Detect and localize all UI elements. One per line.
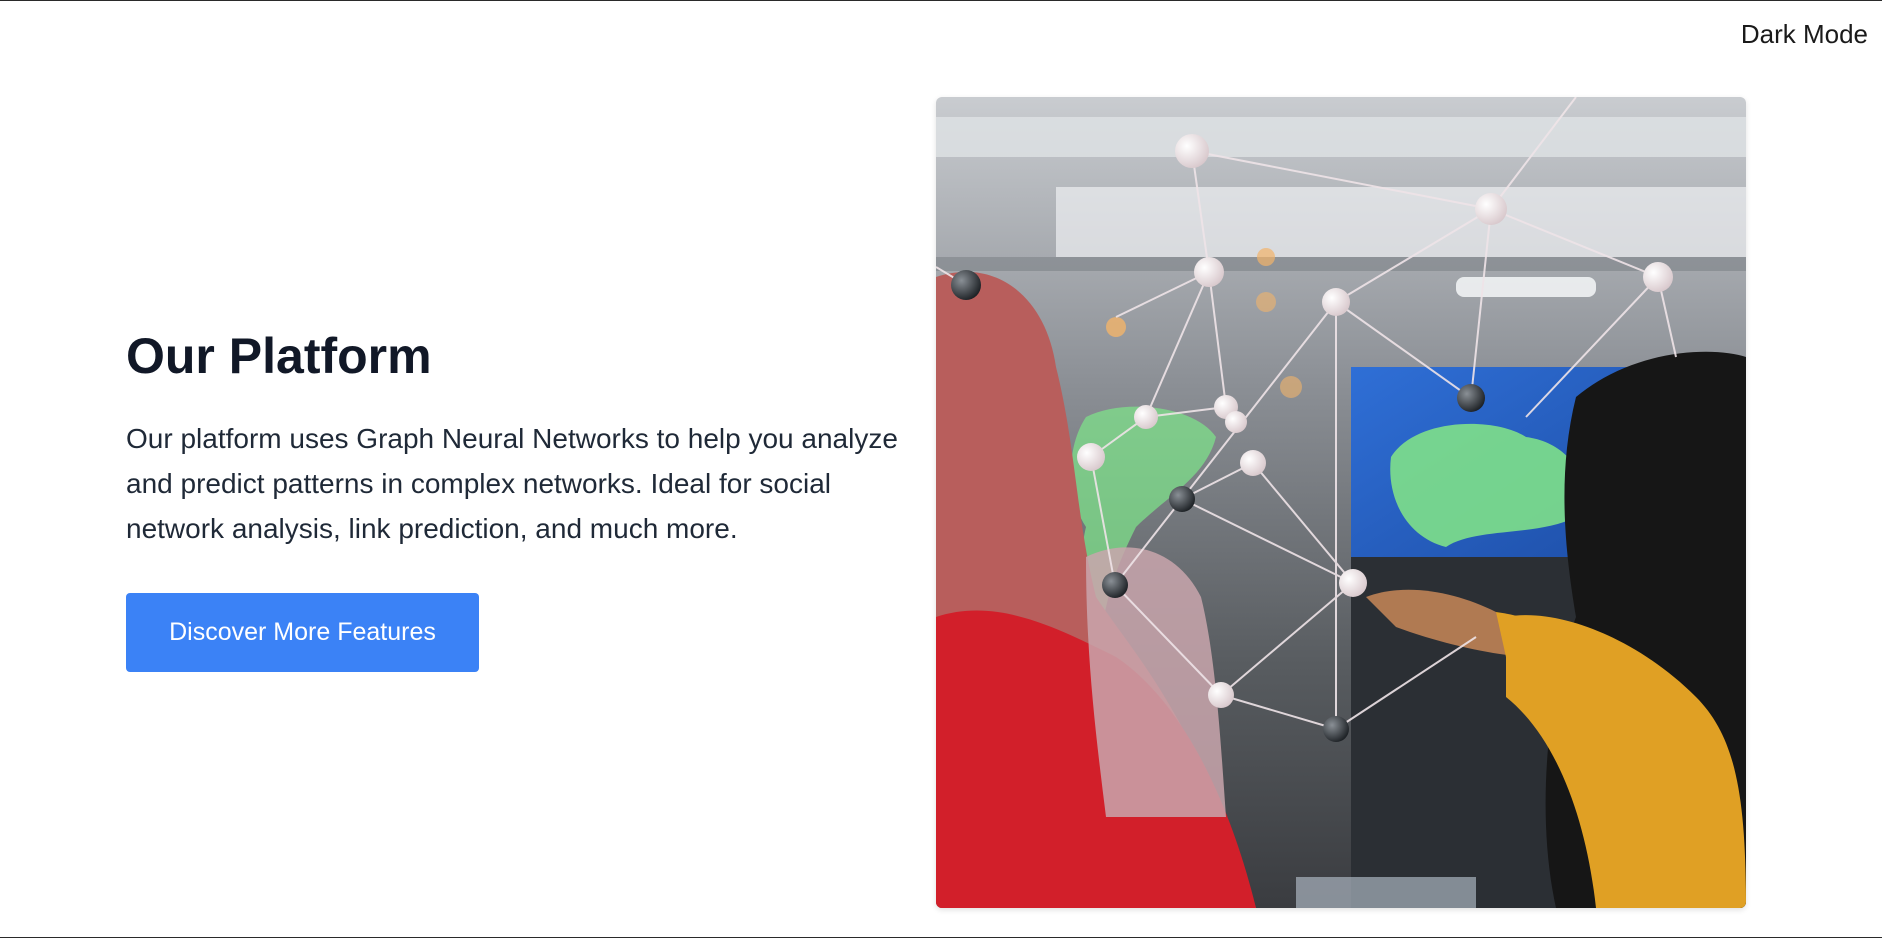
discover-features-button[interactable]: Discover More Features — [126, 593, 479, 672]
page-title: Our Platform — [126, 328, 432, 384]
network-photo-illustration — [936, 97, 1746, 908]
dark-mode-toggle[interactable]: Dark Mode — [1741, 19, 1868, 50]
hero-image — [936, 97, 1746, 908]
page-frame: Dark Mode Our Platform Our platform uses… — [0, 0, 1882, 938]
hero-description: Our platform uses Graph Neural Networks … — [126, 423, 898, 544]
hero-text: Our Platform Our platform uses Graph Neu… — [126, 329, 936, 672]
